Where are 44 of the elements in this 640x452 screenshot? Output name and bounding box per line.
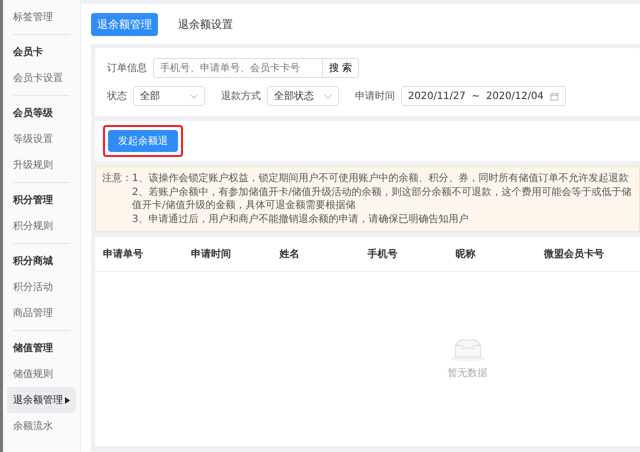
notice-text: 3、申请通过后，用户和商户不能撤销退余额的申请，请确保已明确告知用户 (132, 212, 470, 226)
column-header: 微盟会员卡号 (544, 248, 605, 261)
search-button[interactable]: 搜 索 (323, 58, 360, 78)
notice-text: 2、若账户余额中，有参加储值开卡/储值升级活动的余额，则这部分余额不可退款，这个费用可能会等于或低于储值开卡/储值升级的金额，具体可退金额需要根据储 (132, 186, 633, 212)
caret-icon (65, 396, 70, 404)
sidebar-item[interactable]: 商品管理 (7, 300, 76, 326)
sidebar-item[interactable]: 积分活动 (7, 274, 76, 300)
column-header: 申请单号 (103, 248, 144, 261)
sidebar-item[interactable]: 余额流水 (7, 413, 76, 439)
sidebar-item[interactable]: 退余额管理 (7, 387, 76, 413)
sidebar-item[interactable]: 积分规则 (7, 213, 76, 239)
chevron-down-icon (190, 94, 198, 98)
column-header: 姓名 (279, 248, 300, 261)
sidebar-group-title: 会员卡 (12, 46, 44, 60)
tab[interactable]: 退余额设置 (172, 13, 239, 36)
sidebar-group-title: 积分商城 (12, 254, 54, 269)
empty-text: 暂无数据 (448, 366, 488, 380)
empty-tray-icon (450, 338, 486, 362)
sidebar-item[interactable]: 升级规则 (7, 152, 76, 178)
sidebar-item[interactable]: 等级设置 (7, 126, 76, 152)
sidebar-group-title: 会员等级 (12, 106, 54, 121)
refund-method-select[interactable]: 全部状态 (267, 86, 339, 106)
field-label: 状态 (107, 90, 127, 103)
field-label: 订单信息 (107, 62, 147, 75)
sidebar-item[interactable]: 储值规则 (7, 361, 76, 387)
start-refund-button[interactable]: 发起余额退 (108, 130, 178, 152)
column-header: 昵称 (456, 248, 477, 261)
column-header: 申请时间 (191, 248, 232, 261)
sidebar-item[interactable]: 标签管理 (7, 4, 76, 30)
sidebar-group-title: 储值管理 (12, 342, 54, 356)
status-select[interactable]: 全部 (133, 86, 205, 106)
date-range-field[interactable]: 2020/11/27 ~ 2020/12/04 (401, 86, 566, 106)
search-field[interactable]: 手机号、申请单号、会员卡卡号 (153, 58, 323, 78)
field-label: 申请时间 (355, 90, 395, 103)
notice-title: 注意： (102, 172, 132, 186)
sidebar-item[interactable]: 会员卡设置 (7, 65, 76, 91)
calendar-icon (550, 92, 559, 100)
notice-text: 1、该操作会锁定账户权益，锁定期间用户不可使用账户中的余额、积分、券，同时所有储值订单不允许发起退款 (132, 172, 630, 186)
tab[interactable]: 退余额管理 (91, 13, 158, 36)
scrollbar[interactable] (0, 0, 3, 452)
field-label: 退款方式 (221, 90, 261, 103)
column-header: 手机号 (368, 248, 399, 261)
sidebar-group-title: 积分管理 (12, 194, 54, 208)
chevron-down-icon (324, 94, 332, 98)
